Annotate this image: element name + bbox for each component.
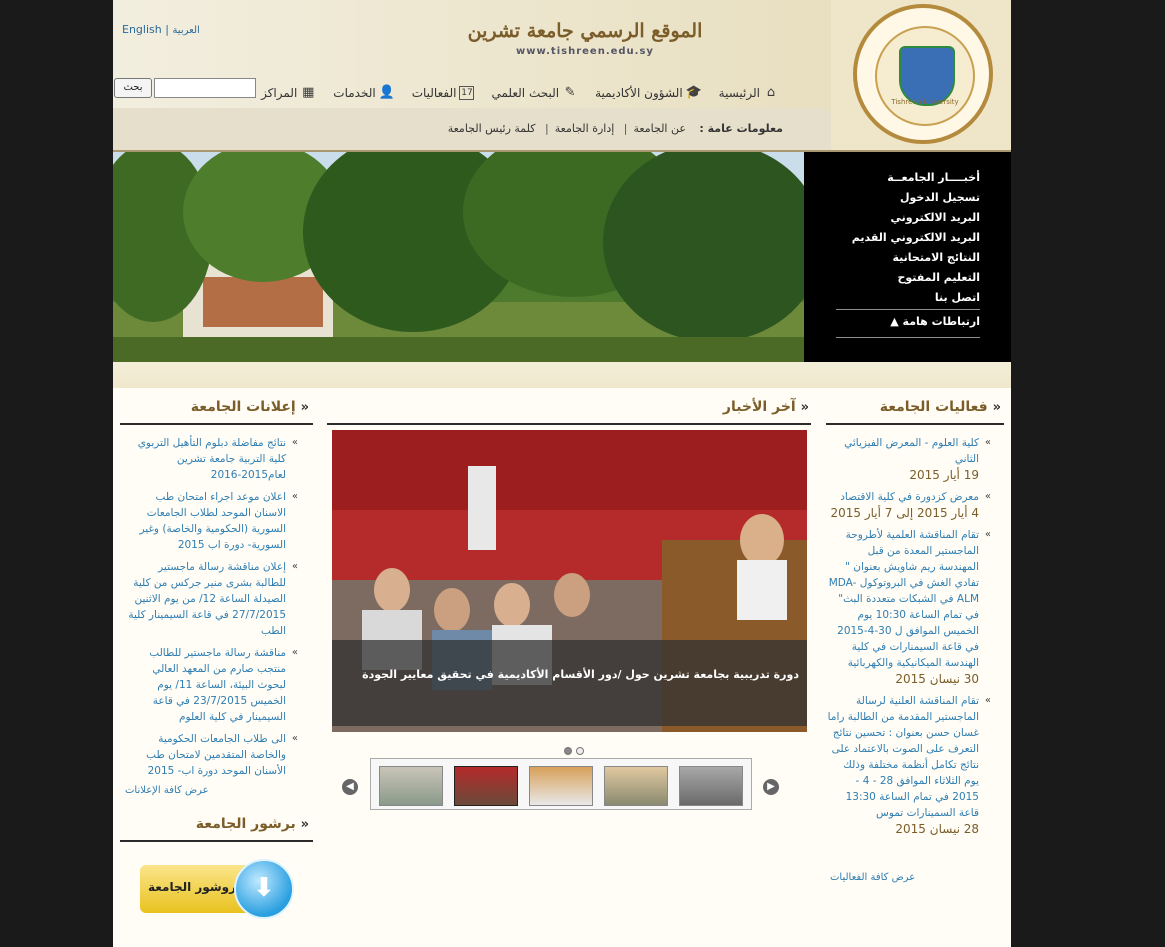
- page: English | العربية الموقع الرسمي جامعة تش…: [113, 0, 1011, 947]
- main-nav: ⌂ الرئيسية 🎓 الشؤون الأكاديمية ✎ البحث العل…: [261, 83, 779, 103]
- quick-link-open-learning[interactable]: التعليم المفتوح: [852, 268, 980, 288]
- quick-link-exam-results[interactable]: النتائج الامتحانية: [852, 248, 980, 268]
- double-chevron-icon: «: [300, 817, 309, 832]
- logo-text: Tishreen University: [891, 98, 959, 106]
- subnav-president-word[interactable]: كلمة رئيس الجامعة: [448, 122, 536, 135]
- double-chevron-icon: «: [992, 400, 1001, 415]
- double-chevron-icon: «: [800, 400, 809, 415]
- quick-link-contact[interactable]: اتصل بنا: [852, 288, 980, 308]
- slider-dot[interactable]: [564, 747, 572, 755]
- slide-caption: دورة تدريبية بجامعة تشرين حول /دور الأقس…: [332, 640, 807, 726]
- sub-nav: معلومات عامة : عن الجامعة| إدارة الجامعة…: [113, 108, 831, 150]
- divider: [327, 423, 811, 425]
- english-link[interactable]: English: [122, 23, 162, 36]
- thumbnail[interactable]: [604, 766, 668, 806]
- logo-box: Tishreen University: [831, 0, 1011, 150]
- news-title: « آخر الأخبار: [722, 399, 809, 415]
- home-icon: ⌂: [766, 85, 776, 100]
- nav-item-events[interactable]: 17 الفعاليات: [412, 83, 475, 103]
- events-title: « فعاليات الجامعة: [879, 399, 1001, 415]
- announcement-item[interactable]: مناقشة رسالة ماجستير للطالب منتجب صارم م…: [127, 645, 298, 725]
- subnav-about[interactable]: عن الجامعة: [634, 122, 686, 135]
- calendar-icon: 17: [459, 86, 475, 100]
- university-logo[interactable]: Tishreen University: [853, 4, 993, 144]
- language-switch: English | العربية: [122, 23, 200, 36]
- event-item[interactable]: تقام المناقشة العلنية لرسالة الماجستير ا…: [827, 693, 991, 837]
- subnav-administration[interactable]: إدارة الجامعة: [555, 122, 615, 135]
- announcement-item[interactable]: نتائج مفاضلة دبلوم التأهيل التربوي كلية …: [127, 435, 298, 483]
- download-icon: ⬇: [234, 859, 294, 919]
- announcement-item[interactable]: اعلان موعد اجراء امتحان طب الاسنان الموح…: [127, 489, 298, 553]
- quick-link-news[interactable]: أخبــــار الجامعــة: [852, 168, 980, 188]
- brochure-title: « برشور الجامعة: [195, 816, 309, 832]
- site-title: الموقع الرسمي جامعة تشرين: [467, 20, 703, 42]
- events-list: كلية العلوم - المعرض الفيزيائي الثاني19 …: [827, 435, 991, 843]
- quick-link-login[interactable]: تسجيل الدخول: [852, 188, 980, 208]
- header: English | العربية الموقع الرسمي جامعة تش…: [113, 0, 1011, 150]
- brochure-download-button[interactable]: بروشور الجامعة ⬇: [140, 859, 294, 919]
- divider: [836, 309, 980, 310]
- thumbnail-strip: [370, 758, 752, 810]
- thumbnail[interactable]: [379, 766, 443, 806]
- divider: [826, 423, 1004, 425]
- double-chevron-icon: «: [300, 400, 309, 415]
- divider: [120, 840, 313, 842]
- site-url: www.tishreen.edu.sy: [516, 46, 654, 57]
- search-button[interactable]: بحث: [114, 78, 152, 98]
- thumbnail[interactable]: [679, 766, 743, 806]
- nav-item-research[interactable]: ✎ البحث العلمي: [491, 83, 578, 103]
- campus-banner-image: [113, 152, 804, 362]
- search-input[interactable]: [154, 78, 256, 98]
- prev-arrow-icon[interactable]: ◀: [342, 779, 358, 795]
- quick-link-email[interactable]: البريد الالكتروني: [852, 208, 980, 228]
- event-item[interactable]: كلية العلوم - المعرض الفيزيائي الثاني19 …: [827, 435, 991, 483]
- subnav-heading: معلومات عامة :: [699, 122, 783, 135]
- news-slider[interactable]: دورة تدريبية بجامعة تشرين حول /دور الأقس…: [332, 430, 807, 732]
- announcement-item[interactable]: إعلان مناقشة رسالة ماجستير للطالبة بشرى …: [127, 559, 298, 639]
- all-announcements-link[interactable]: عرض كافة الإعلانات: [125, 785, 209, 796]
- arabic-link[interactable]: العربية: [172, 25, 199, 36]
- announcements-title: « إعلانات الجامعة: [190, 399, 309, 415]
- building-icon: ▦: [302, 85, 315, 100]
- quick-link-old-email[interactable]: البريد الالكتروني القديم: [852, 228, 980, 248]
- announcements-list: نتائج مفاضلة دبلوم التأهيل التربوي كلية …: [127, 435, 298, 785]
- announcement-item[interactable]: الى طلاب الجامعات الحكومية والخاصة المتق…: [127, 731, 298, 779]
- all-events-link[interactable]: عرض كافة الفعاليات: [830, 872, 915, 883]
- next-arrow-icon[interactable]: ▶: [763, 779, 779, 795]
- nav-item-centers[interactable]: ▦ المراكز: [261, 83, 316, 103]
- slider-dot[interactable]: [576, 747, 584, 755]
- quick-links-panel: أخبــــار الجامعــة تسجيل الدخول البريد …: [804, 152, 1011, 362]
- slider-dots: [562, 740, 586, 759]
- event-item[interactable]: تقام المناقشة العلمية لأطروحة الماجستير …: [827, 527, 991, 687]
- decorative-band: [113, 362, 1011, 388]
- graduation-cap-icon: 🎓: [685, 85, 702, 100]
- thumbnail[interactable]: [529, 766, 593, 806]
- event-item[interactable]: معرض كزدورة في كلية الاقتصاد4 أيار 2015 …: [827, 489, 991, 521]
- nav-item-services[interactable]: 👤 الخدمات: [333, 83, 394, 103]
- users-icon: 👤: [378, 85, 395, 100]
- nav-item-home[interactable]: ⌂ الرئيسية: [719, 83, 779, 103]
- nav-item-academic[interactable]: 🎓 الشؤون الأكاديمية: [595, 83, 702, 103]
- brochure-button-label: بروشور الجامعة: [148, 880, 242, 894]
- thumbnail[interactable]: [454, 766, 518, 806]
- shield-icon: [899, 46, 955, 106]
- important-links-toggle[interactable]: ارتباطات هامة ▲: [890, 315, 980, 328]
- pen-icon: ✎: [564, 85, 576, 100]
- divider: [836, 337, 980, 338]
- divider: [120, 423, 313, 425]
